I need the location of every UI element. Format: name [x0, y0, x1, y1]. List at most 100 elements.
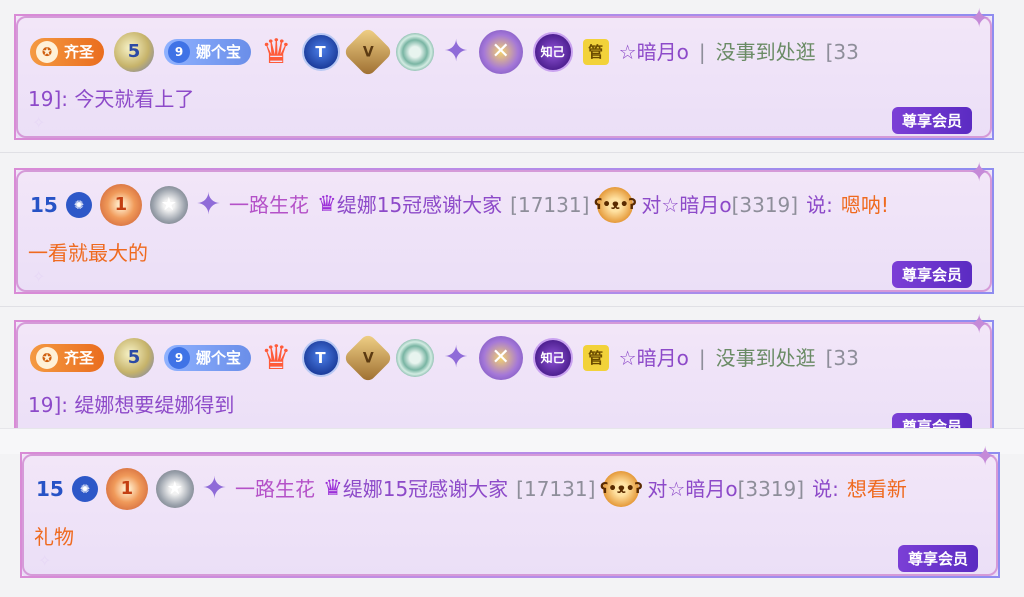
sender-id: [17131]	[516, 477, 596, 501]
to-word: 对	[641, 193, 662, 217]
four-point-star-icon[interactable]: ✦	[202, 474, 227, 504]
tag-label: 齐圣	[64, 43, 95, 61]
sender-id-close: 19]	[28, 87, 62, 111]
confidant-badge-icon[interactable]: 知己	[532, 32, 573, 72]
admin-badge-icon[interactable]: 管	[582, 39, 609, 65]
chat-message-card: ✦ ✪ 齐圣 5 9 娜个宝 ♛ T V ✦ ✕ 知己 管 ☆暗月o | 没事到处逛…	[14, 4, 994, 140]
vip-member-badge[interactable]: 尊享会员	[891, 107, 972, 134]
separator: |	[698, 40, 706, 64]
lion-avatar-icon[interactable]: ʕ•ᴥ•ʔ	[600, 471, 643, 507]
sender-signature: 没事到处逛	[715, 40, 816, 64]
lion-avatar-icon[interactable]: ʕ•ᴥ•ʔ	[594, 187, 637, 223]
gold-badge-label: V	[362, 44, 373, 60]
gold-badge-icon[interactable]: V	[342, 26, 393, 78]
sender-name[interactable]: ☆暗月o	[619, 37, 689, 67]
heart-icon: 9	[168, 41, 191, 63]
user-level-number: 15	[36, 477, 64, 501]
target-name[interactable]: ☆暗月o	[661, 190, 731, 220]
sparkle-icon: ✧	[32, 113, 46, 132]
sender-id-close: 19]	[28, 393, 62, 417]
level-badge[interactable]: 5	[114, 32, 155, 72]
sender-prefix[interactable]: 一路生花	[235, 474, 315, 504]
corner-star-icon: ✦	[974, 442, 996, 472]
corner-star-icon: ✦	[968, 158, 990, 188]
fan-club-label: 娜个宝	[196, 349, 242, 367]
four-point-star-icon[interactable]: ✦	[196, 190, 221, 220]
level-badge[interactable]: 5	[114, 338, 155, 378]
heart-icon: 9	[168, 347, 191, 369]
swirl-badge-icon[interactable]	[395, 33, 434, 71]
vip-member-badge[interactable]: 尊享会员	[897, 545, 978, 572]
crown-icon[interactable]: ♛	[261, 35, 291, 69]
message-body: 19]: 今天就看上了	[28, 84, 194, 114]
title-tag-badge[interactable]: ✪ 齐圣	[30, 344, 105, 372]
target-name[interactable]: ☆暗月o	[667, 474, 737, 504]
message-header: 15 ✺ 1 ★ ✦ 一路生花 ♛ 缇娜15冠感谢大家 [17131] ʕ•ᴥ•…	[30, 184, 964, 226]
message-content: 今天就看上了	[74, 87, 195, 111]
say-word: 说:	[806, 193, 833, 217]
crown-icon[interactable]: ♛	[261, 341, 291, 375]
shield-badge-icon[interactable]: T	[301, 339, 340, 377]
confidant-badge-icon[interactable]: 知己	[532, 338, 573, 378]
fan-club-badge[interactable]: 9 娜个宝	[164, 39, 252, 65]
rank-badge-icon[interactable]: 1	[99, 184, 142, 226]
corner-star-icon: ✦	[968, 4, 990, 34]
target-id: [3319]	[731, 193, 799, 217]
sender-prefix[interactable]: 一路生花	[229, 190, 309, 220]
message-body: 19]: 缇娜想要缇娜得到	[28, 390, 234, 420]
sender-id-open: [33	[825, 346, 859, 370]
divider	[0, 152, 1024, 153]
colon: :	[61, 393, 69, 417]
fan-club-badge[interactable]: 9 娜个宝	[164, 345, 252, 371]
sender-id: [17131]	[510, 193, 590, 217]
chat-message-card: ✦ 15 ✺ 1 ★ ✦ 一路生花 ♛ 缇娜15冠感谢大家 [17131] ʕ•…	[14, 158, 994, 294]
overlay-strip	[0, 428, 1024, 454]
say-word: 说:	[812, 477, 839, 501]
four-point-star-icon[interactable]: ✦	[444, 343, 469, 373]
to-word: 对	[647, 477, 668, 501]
swirl-badge-icon[interactable]	[395, 339, 434, 377]
message-content-part2: 一看就最大的	[28, 241, 148, 265]
target-id: [3319]	[737, 477, 805, 501]
message-content-part1: 想看新	[846, 477, 907, 501]
colon: :	[61, 87, 69, 111]
message-body: 礼物	[34, 522, 74, 552]
globe-icon[interactable]: ✺	[71, 476, 98, 502]
globe-icon[interactable]: ✺	[65, 192, 92, 218]
crossed-swords-badge-icon[interactable]: ✕	[478, 30, 523, 74]
separator: |	[698, 346, 706, 370]
tag-icon: ✪	[36, 347, 58, 369]
four-point-star-icon[interactable]: ✦	[444, 37, 469, 67]
gold-badge-icon[interactable]: V	[342, 332, 393, 384]
sparkle-icon: ✧	[32, 267, 46, 286]
vip-member-badge[interactable]: 尊享会员	[891, 261, 972, 288]
message-header: ✪ 齐圣 5 9 娜个宝 ♛ T V ✦ ✕ 知己 管 ☆暗月o | 没事到处逛 […	[30, 332, 964, 384]
silver-medal-icon[interactable]: ★	[149, 186, 188, 224]
sender-name[interactable]: 缇娜15冠感谢大家	[343, 474, 508, 504]
crossed-swords-badge-icon[interactable]: ✕	[478, 336, 523, 380]
chat-message-card: ✦ 15 ✺ 1 ★ ✦ 一路生花 ♛ 缇娜15冠感谢大家 [17131] ʕ•…	[20, 442, 1000, 578]
fan-club-label: 娜个宝	[196, 43, 242, 61]
corner-star-icon: ✦	[968, 310, 990, 340]
message-content-part2: 礼物	[34, 525, 74, 549]
crown-icon: ♛	[322, 476, 343, 501]
sender-name[interactable]: ☆暗月o	[619, 343, 689, 373]
divider	[0, 306, 1024, 307]
silver-medal-icon[interactable]: ★	[155, 470, 194, 508]
title-tag-badge[interactable]: ✪ 齐圣	[30, 38, 105, 66]
shield-badge-icon[interactable]: T	[301, 33, 340, 71]
message-body: 一看就最大的	[28, 238, 148, 268]
admin-badge-icon[interactable]: 管	[582, 345, 609, 371]
message-content-part1: 嗯呐!	[840, 193, 889, 217]
rank-badge-icon[interactable]: 1	[105, 468, 148, 510]
sparkle-icon: ✧	[38, 551, 52, 570]
tag-label: 齐圣	[64, 349, 95, 367]
sender-signature: 没事到处逛	[715, 346, 816, 370]
message-header: ✪ 齐圣 5 9 娜个宝 ♛ T V ✦ ✕ 知己 管 ☆暗月o | 没事到处逛 […	[30, 26, 964, 78]
message-header: 15 ✺ 1 ★ ✦ 一路生花 ♛ 缇娜15冠感谢大家 [17131] ʕ•ᴥ•…	[36, 468, 970, 510]
sender-name[interactable]: 缇娜15冠感谢大家	[337, 190, 502, 220]
crown-icon: ♛	[316, 192, 337, 217]
tag-icon: ✪	[36, 41, 58, 63]
gold-badge-label: V	[362, 350, 373, 366]
message-content: 缇娜想要缇娜得到	[74, 393, 235, 417]
